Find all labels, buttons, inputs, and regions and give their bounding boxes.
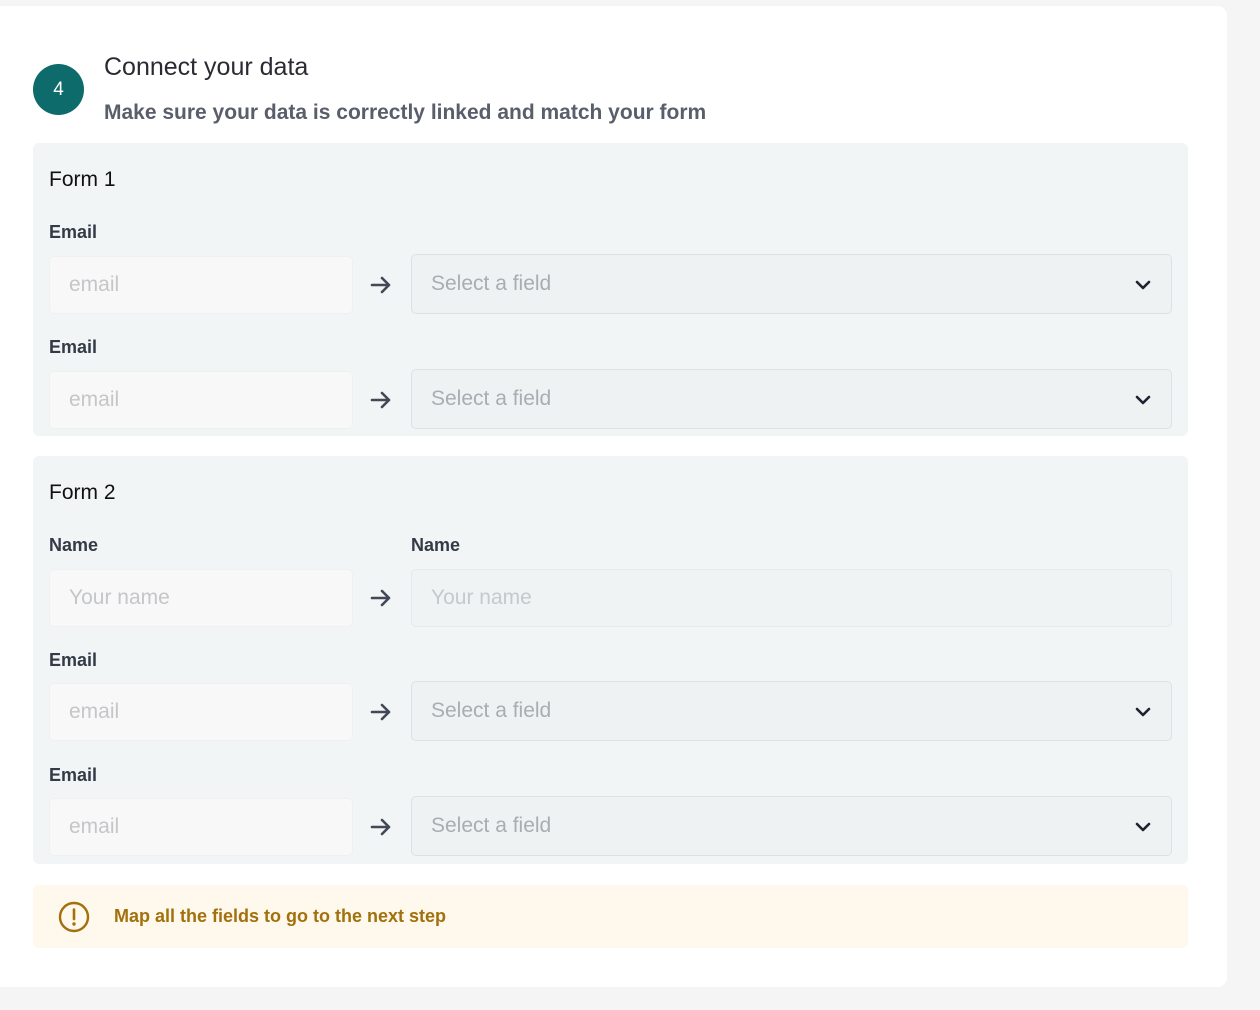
arrow-right-icon [370,589,391,607]
source-field-input[interactable]: email [49,798,353,856]
field-label: Email [49,222,98,242]
chevron-down-icon [1135,822,1151,832]
connect-data-card: 4 Connect your data Make sure your data … [0,6,1227,987]
form-title: Form 2 [49,481,116,504]
target-field-label: Name [411,535,461,555]
select-placeholder: Select a field [431,272,552,295]
field-label: Email [49,337,98,357]
select-placeholder: Select a field [431,699,552,722]
warning-banner: Map all the fields to go to the next ste… [33,885,1188,948]
arrow-right-icon [370,276,391,294]
step-subtitle: Make sure your data is correctly linked … [104,101,707,124]
source-field-input[interactable]: Your name [49,569,353,627]
arrow-right-icon [370,818,391,836]
source-field-input[interactable]: email [49,371,353,429]
select-placeholder: Select a field [431,387,552,410]
source-field-input[interactable]: email [49,683,353,741]
field-label: Email [49,650,98,670]
step-title: Connect your data [104,53,309,81]
target-field-select[interactable]: Select a field [411,369,1172,429]
target-name-input[interactable]: Your name [411,569,1172,627]
step-number-badge: 4 [33,64,84,115]
arrow-right-icon [370,391,391,409]
chevron-down-icon [1135,707,1151,717]
form-1-section: Form 1 Email email Select a field Email … [33,143,1188,436]
form-2-section: Form 2 Name Name Your name Your name Ema… [33,456,1188,864]
field-label: Email [49,765,98,785]
target-field-select[interactable]: Select a field [411,254,1172,314]
target-field-select[interactable]: Select a field [411,796,1172,856]
chevron-down-icon [1135,395,1151,405]
field-label: Name [49,535,99,555]
select-placeholder: Select a field [431,814,552,837]
arrow-right-icon [370,703,391,721]
form-title: Form 1 [49,168,116,191]
target-field-select[interactable]: Select a field [411,681,1172,741]
source-field-input[interactable]: email [49,256,353,314]
chevron-down-icon [1135,280,1151,290]
warning-message: Map all the fields to go to the next ste… [114,906,447,926]
exclamation-circle-icon [58,901,90,933]
